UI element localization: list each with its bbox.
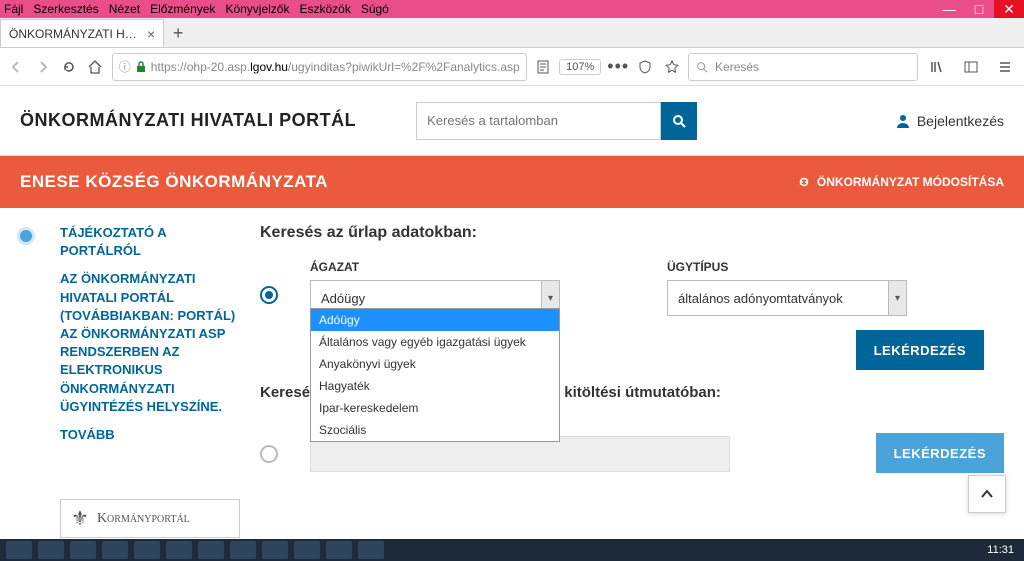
ugytipus-value: általános adónyomtatványok <box>678 291 843 306</box>
taskbar-icon[interactable] <box>358 541 384 559</box>
home-button[interactable] <box>85 54 105 80</box>
menu-edit[interactable]: Szerkesztés <box>33 2 98 16</box>
sidebar-more-link[interactable]: TOVÁBB <box>60 426 240 444</box>
window-controls: — □ ✕ <box>934 0 1024 18</box>
tab-title: ÖNKORMÁNYZATI HIVATALI PORT <box>9 27 139 41</box>
kormanyportal-label: Kormányportál <box>97 511 190 527</box>
zoom-level[interactable]: 107% <box>559 59 601 75</box>
query-button-1-label: LEKÉRDEZÉS <box>874 343 966 358</box>
main-panel: Keresés az űrlap adatokban: ÁGAZAT Adóüg… <box>260 224 1004 538</box>
chevron-up-icon <box>979 486 995 502</box>
agazat-label: ÁGAZAT <box>310 260 647 274</box>
user-icon <box>895 113 911 129</box>
dropdown-option[interactable]: Adóügy <box>311 309 559 331</box>
taskbar-icon[interactable] <box>70 541 96 559</box>
content-area: TÁJÉKOZTATÓ A PORTÁLRÓL AZ ÖNKORMÁNYZATI… <box>0 208 1024 538</box>
dropdown-option[interactable]: Anyakönyvi ügyek <box>311 353 559 375</box>
minimize-button[interactable]: — <box>934 0 964 18</box>
lock-icon <box>135 61 147 73</box>
menu-help[interactable]: Súgó <box>361 2 389 16</box>
reload-button[interactable] <box>59 54 79 80</box>
taskbar-icon[interactable] <box>230 541 256 559</box>
back-button[interactable] <box>6 54 26 80</box>
radio-ugyleiras[interactable] <box>260 445 278 463</box>
query-button-1[interactable]: LEKÉRDEZÉS <box>856 330 984 370</box>
forward-button[interactable] <box>32 54 52 80</box>
modify-municipality-label: ÖNKORMÁNYZAT MÓDOSÍTÁSA <box>817 175 1004 189</box>
page-header: ÖNKORMÁNYZATI HIVATALI PORTÁL Bejelentke… <box>0 86 1024 156</box>
taskbar-icon[interactable] <box>262 541 288 559</box>
login-link[interactable]: Bejelentkezés <box>895 113 1004 129</box>
query-button-2-label: LEKÉRDEZÉS <box>894 446 986 461</box>
content-search-button[interactable] <box>661 102 697 140</box>
query-button-2[interactable]: LEKÉRDEZÉS <box>876 433 1004 473</box>
search-icon <box>695 60 709 74</box>
taskbar-icon[interactable] <box>38 541 64 559</box>
menu-view[interactable]: Nézet <box>109 2 140 16</box>
windows-taskbar: 11:31 <box>0 539 1024 561</box>
sidebar-bullet-icon <box>20 230 32 242</box>
taskbar-icon[interactable] <box>326 541 352 559</box>
dropdown-option[interactable]: Ipar-kereskedelem <box>311 397 559 419</box>
protection-icon[interactable] <box>635 54 655 80</box>
portal-title: ÖNKORMÁNYZATI HIVATALI PORTÁL <box>20 110 356 131</box>
browser-search-box[interactable]: Keresés <box>688 53 918 81</box>
maximize-button[interactable]: □ <box>964 0 994 18</box>
agazat-value: Adóügy <box>321 291 365 306</box>
nav-toolbar: ⓘ https://ohp-20.asp.lgov.hu/ugyinditas?… <box>0 48 1024 86</box>
firefox-menubar: Fájl Szerkesztés Nézet Előzmények Könyvj… <box>0 0 1024 18</box>
crest-icon: ⚜ <box>71 506 89 531</box>
sidebar: TÁJÉKOZTATÓ A PORTÁLRÓL AZ ÖNKORMÁNYZATI… <box>20 224 240 538</box>
taskbar-icon[interactable] <box>102 541 128 559</box>
browser-search-placeholder: Keresés <box>715 60 759 74</box>
tab-close-icon[interactable]: × <box>147 26 155 42</box>
sidebar-toggle-icon[interactable] <box>958 54 984 80</box>
taskbar-clock[interactable]: 11:31 <box>987 544 1018 556</box>
info-icon: ⓘ <box>119 58 131 75</box>
taskbar-icon[interactable] <box>6 541 32 559</box>
ugytipus-select[interactable]: általános adónyomtatványok ▾ <box>667 280 907 316</box>
close-button[interactable]: ✕ <box>994 0 1024 18</box>
content-search-wrap <box>416 102 697 140</box>
radio-urlap-adatok[interactable] <box>260 286 278 304</box>
modify-municipality-link[interactable]: ÖNKORMÁNYZAT MÓDOSÍTÁSA <box>797 175 1004 189</box>
login-label: Bejelentkezés <box>917 113 1004 129</box>
menu-bookmarks[interactable]: Könyvjelzők <box>225 2 289 16</box>
chevron-down-icon: ▾ <box>888 281 906 315</box>
reader-mode-icon[interactable] <box>533 54 553 80</box>
taskbar-icon[interactable] <box>134 541 160 559</box>
dropdown-option[interactable]: Hagyaték <box>311 375 559 397</box>
url-text: https://ohp-20.asp.lgov.hu/ugyinditas?pi… <box>151 60 520 74</box>
sidebar-body: AZ ÖNKORMÁNYZATI HIVATALI PORTÁL (TOVÁBB… <box>60 270 240 416</box>
kormanyportal-link[interactable]: ⚜ Kormányportál <box>60 499 240 538</box>
page-actions-icon[interactable]: ••• <box>607 56 629 77</box>
taskbar-icon[interactable] <box>166 541 192 559</box>
url-bar[interactable]: ⓘ https://ohp-20.asp.lgov.hu/ugyinditas?… <box>112 53 527 81</box>
menu-history[interactable]: Előzmények <box>150 2 215 16</box>
ugytipus-label: ÜGYTÍPUS <box>667 260 1004 274</box>
menu-file[interactable]: Fájl <box>4 2 23 16</box>
municipality-band: ENESE KÖZSÉG ÖNKORMÁNYZATA ÖNKORMÁNYZAT … <box>0 156 1024 208</box>
browser-tab[interactable]: ÖNKORMÁNYZATI HIVATALI PORT × <box>0 19 164 47</box>
refresh-icon <box>797 175 811 189</box>
dropdown-option[interactable]: Általános vagy egyéb igazgatási ügyek <box>311 331 559 353</box>
sidebar-title[interactable]: TÁJÉKOZTATÓ A PORTÁLRÓL <box>60 224 240 260</box>
section1-title: Keresés az űrlap adatokban: <box>260 224 1004 242</box>
agazat-dropdown-list: Adóügy Általános vagy egyéb igazgatási ü… <box>310 308 560 442</box>
taskbar-icon[interactable] <box>294 541 320 559</box>
scroll-to-top-button[interactable] <box>968 475 1006 513</box>
menu-tools[interactable]: Eszközök <box>299 2 350 16</box>
municipality-name: ENESE KÖZSÉG ÖNKORMÁNYZATA <box>20 172 328 192</box>
app-menu-icon[interactable] <box>992 54 1018 80</box>
tab-strip: ÖNKORMÁNYZATI HIVATALI PORT × + <box>0 18 1024 48</box>
bookmark-star-icon[interactable] <box>662 54 682 80</box>
new-tab-button[interactable]: + <box>164 19 192 47</box>
library-icon[interactable] <box>924 54 950 80</box>
search-icon <box>671 113 687 129</box>
dropdown-option[interactable]: Szociális <box>311 419 559 441</box>
taskbar-icon[interactable] <box>198 541 224 559</box>
content-search-input[interactable] <box>416 102 661 140</box>
